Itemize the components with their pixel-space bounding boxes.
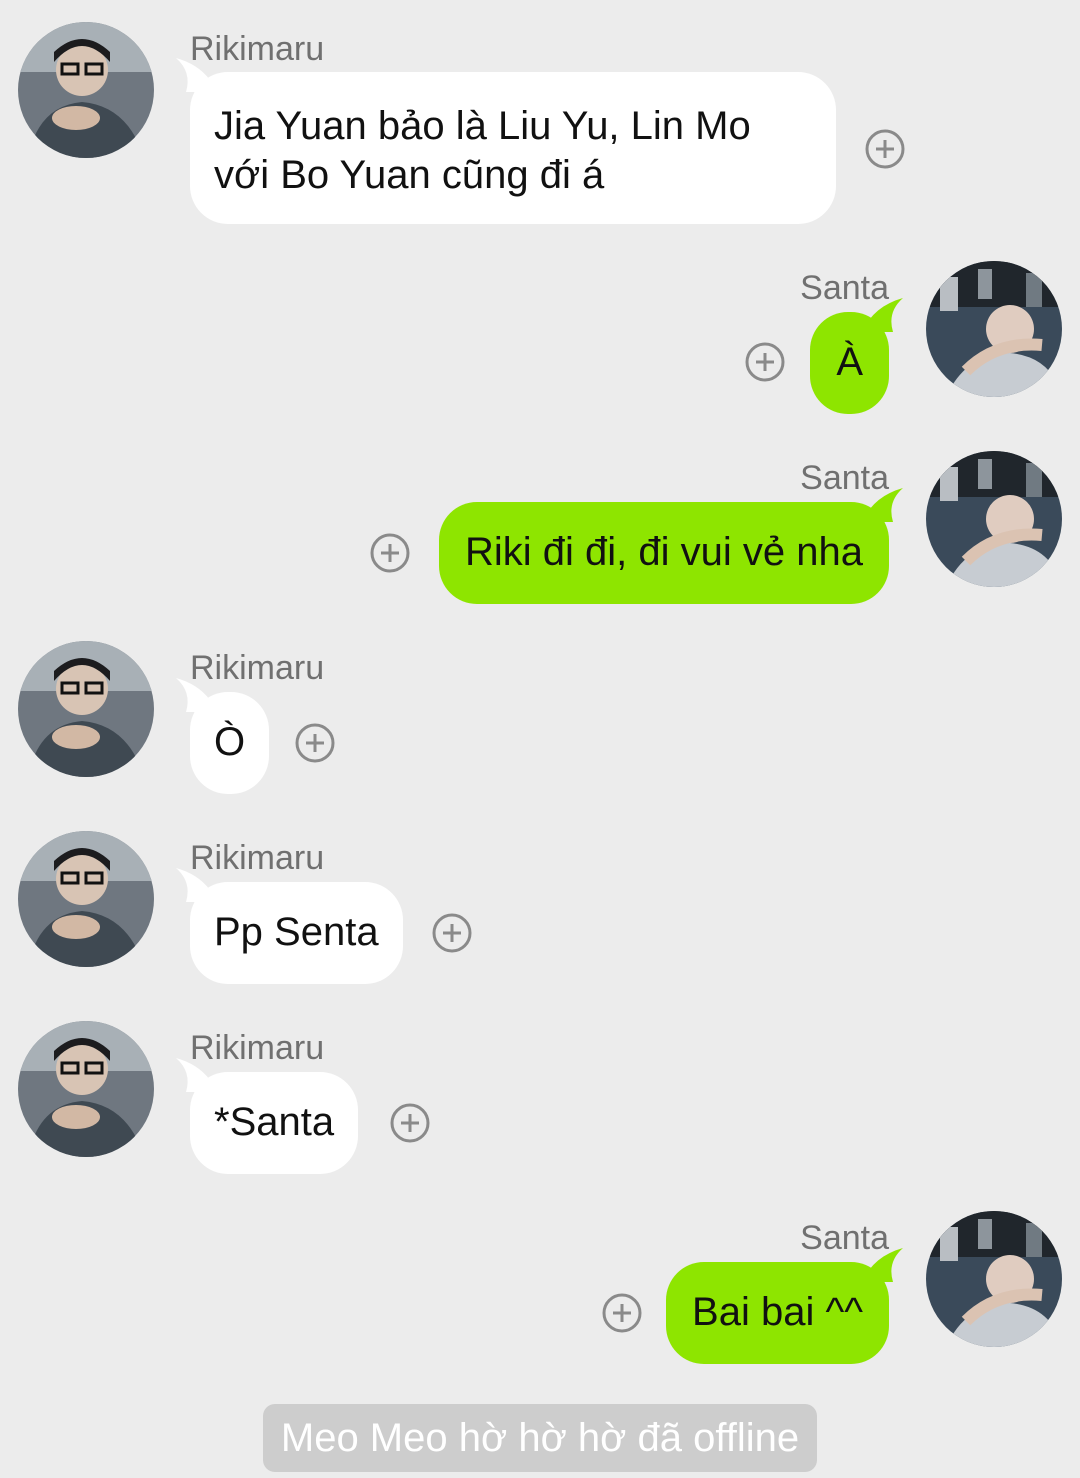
- message-text-line: với Bo Yuan cũng đi á: [214, 153, 605, 197]
- sender-name: Rikimaru: [190, 649, 325, 687]
- message-text-line: Ò: [214, 720, 246, 764]
- avatar[interactable]: [18, 831, 154, 967]
- bubble-tail: [176, 678, 210, 712]
- message-text-line: *Santa: [214, 1100, 335, 1144]
- plus-circle-icon[interactable]: [389, 1102, 431, 1144]
- avatar[interactable]: [18, 1021, 154, 1157]
- bubble-tail: [869, 1248, 903, 1282]
- message-bubble[interactable]: Jia Yuan bảo là Liu Yu, Lin Mo với Bo Yu…: [176, 58, 836, 224]
- plus-circle-icon[interactable]: [369, 532, 411, 574]
- offline-status-notice: Meo Meo hờ hờ hờ đã offline: [263, 1404, 817, 1472]
- avatar[interactable]: [926, 261, 1062, 397]
- plus-circle-icon[interactable]: [864, 128, 906, 170]
- message-text-line: Pp Senta: [214, 910, 379, 954]
- message-bubble[interactable]: Bai bai ^^: [666, 1248, 903, 1364]
- avatar[interactable]: [18, 22, 154, 158]
- message-bubble[interactable]: À: [810, 298, 903, 414]
- bubble-tail: [176, 58, 210, 92]
- bubble-tail: [176, 1058, 210, 1092]
- plus-circle-icon[interactable]: [601, 1292, 643, 1334]
- plus-circle-icon[interactable]: [294, 722, 336, 764]
- message-text-line: À: [836, 340, 863, 384]
- plus-circle-icon[interactable]: [744, 341, 786, 383]
- plus-circle-icon[interactable]: [431, 912, 473, 954]
- message-text-line: Bai bai ^^: [692, 1290, 863, 1334]
- message-text-line: Riki đi đi, đi vui vẻ nha: [465, 530, 863, 574]
- message-bubble[interactable]: Ò: [176, 678, 270, 794]
- sender-name: Rikimaru: [190, 30, 325, 68]
- message-text-line: Jia Yuan bảo là Liu Yu, Lin Mo: [214, 104, 751, 148]
- bubble-tail: [869, 298, 903, 332]
- sender-name: Rikimaru: [190, 839, 325, 877]
- message-bubble[interactable]: *Santa: [176, 1058, 359, 1174]
- sender-name: Rikimaru: [190, 1029, 325, 1067]
- message-bubble[interactable]: Pp Senta: [176, 868, 403, 984]
- avatar[interactable]: [926, 451, 1062, 587]
- message-bubble[interactable]: Riki đi đi, đi vui vẻ nha: [439, 488, 903, 604]
- bubble-tail: [176, 868, 210, 902]
- avatar[interactable]: [926, 1211, 1062, 1347]
- bubble-tail: [869, 488, 903, 522]
- avatar[interactable]: [18, 641, 154, 777]
